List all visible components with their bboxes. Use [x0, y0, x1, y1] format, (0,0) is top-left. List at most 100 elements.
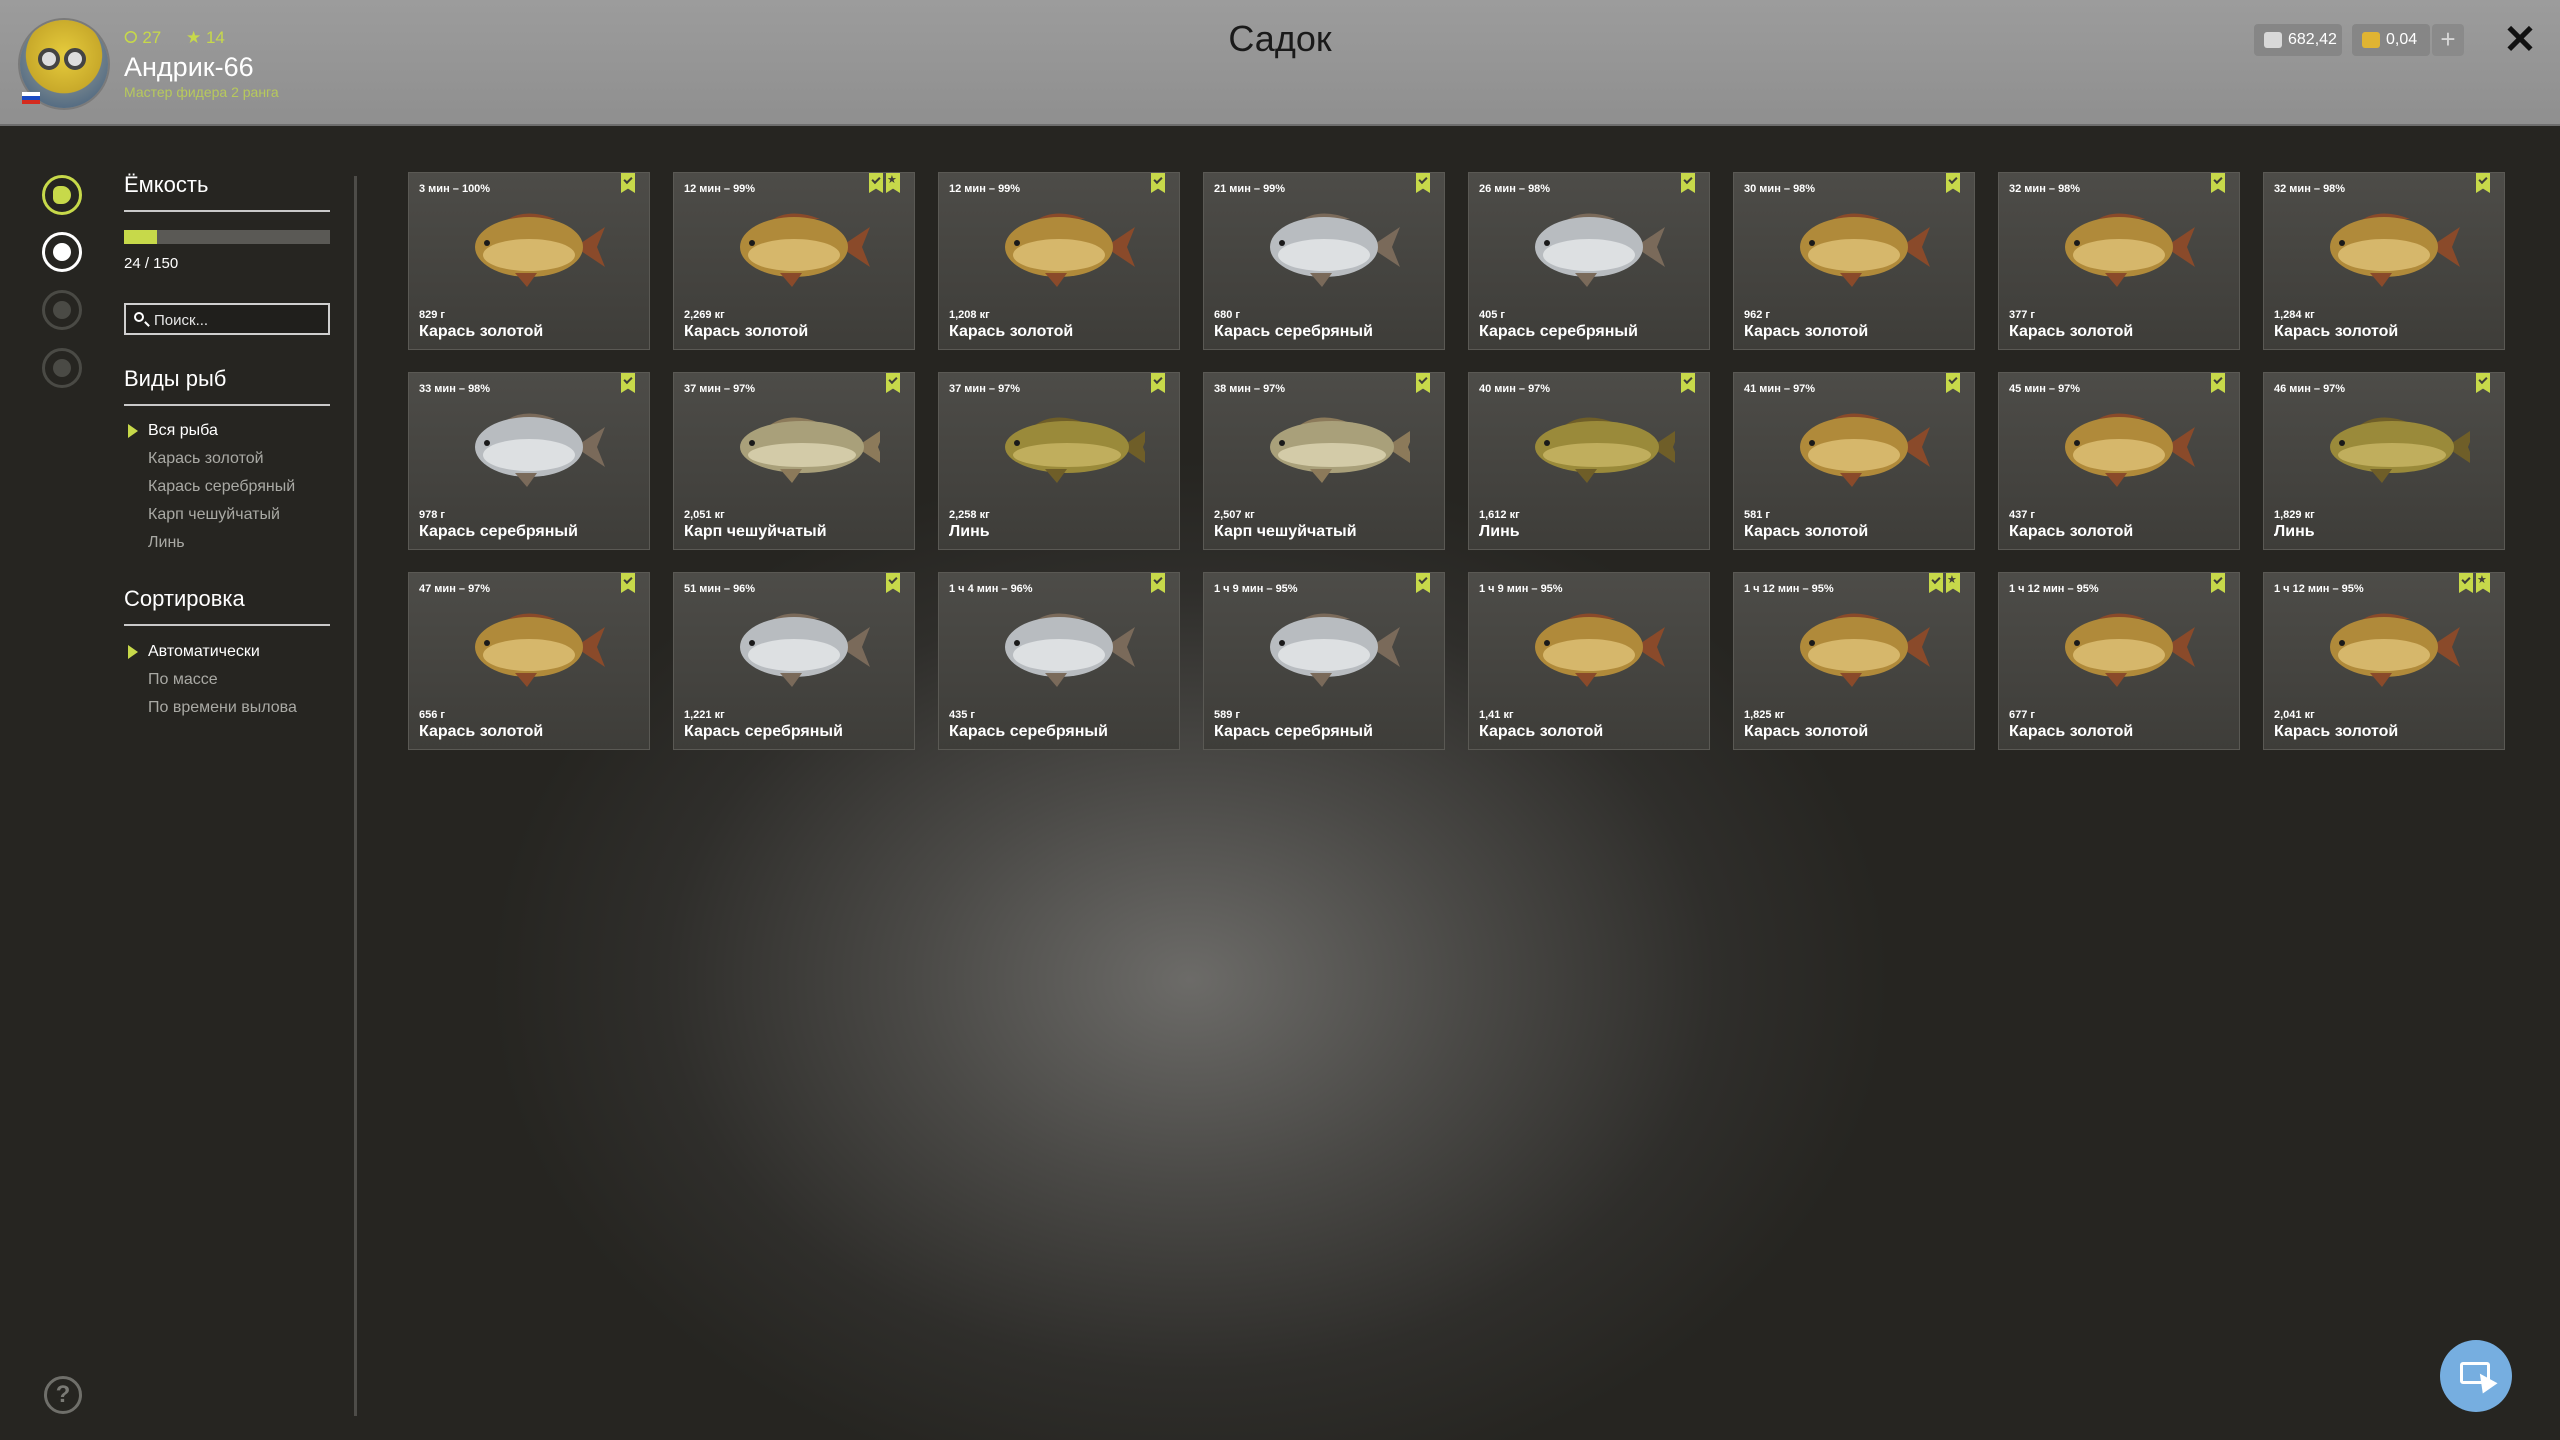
sort-option-weight[interactable]: По массе — [148, 671, 218, 689]
fish-card[interactable]: 37 мин – 97% 2,258 кг Линь — [939, 373, 1179, 549]
silver-balance: 682,42 — [2254, 24, 2342, 56]
fish-catch-time: 1 ч 12 мин – 95% — [2009, 583, 2099, 595]
add-currency-button[interactable]: + — [2432, 24, 2464, 56]
fish-weight: 680 г — [1214, 309, 1240, 321]
fish-card[interactable]: 32 мин – 98% 1,284 кг Карась золотой — [2264, 173, 2504, 349]
fish-image — [1535, 613, 1665, 687]
medal-tab-glyph — [53, 359, 71, 377]
fish-name: Карась золотой — [2274, 723, 2399, 740]
trophy-bookmark-icon — [1946, 573, 1960, 593]
fish-catch-time: 12 мин – 99% — [684, 183, 756, 195]
fish-name: Линь — [2274, 523, 2315, 540]
help-icon[interactable]: ? — [44, 1376, 82, 1414]
sort-option-time[interactable]: По времени вылова — [148, 699, 297, 717]
fish-tab-glyph — [53, 186, 71, 204]
fish-weight: 656 г — [419, 709, 445, 721]
fish-marks — [2211, 373, 2225, 393]
species-item-gold-crucian[interactable]: Карась золотой — [148, 450, 264, 468]
fish-catch-time: 45 мин – 97% — [2009, 383, 2081, 395]
fish-catch-time: 1 ч 9 мин – 95% — [1214, 583, 1298, 595]
fish-image — [1005, 213, 1135, 287]
fish-weight: 1,208 кг — [949, 309, 990, 321]
sort-option-auto[interactable]: Автоматически — [148, 643, 260, 661]
trophy-tab-icon[interactable] — [42, 290, 82, 330]
fish-card[interactable]: 37 мин – 97% 2,051 кг Карп чешуйчатый — [674, 373, 914, 549]
fish-image — [2065, 613, 2195, 687]
fish-name: Карась золотой — [1744, 323, 1869, 340]
fish-weight: 2,507 кг — [1214, 509, 1255, 521]
fish-weight: 2,258 кг — [949, 509, 990, 521]
species-item-silver-crucian[interactable]: Карась серебряный — [148, 478, 295, 496]
selected-arrow-icon — [128, 424, 138, 438]
search-input[interactable] — [152, 307, 326, 333]
fish-card[interactable]: 51 мин – 96% 1,221 кг Карась серебряный — [674, 573, 914, 749]
silver-coin-icon — [2264, 32, 2282, 48]
fish-card[interactable]: 47 мин – 97% 656 г Карась золотой — [409, 573, 649, 749]
check-bookmark-icon — [886, 573, 900, 593]
fish-catch-time: 47 мин – 97% — [419, 583, 491, 595]
fish-name: Карась серебряный — [1479, 323, 1638, 340]
fish-card[interactable]: 1 ч 9 мин – 95% 1,41 кг Карась золотой — [1469, 573, 1709, 749]
fish-marks — [1151, 373, 1165, 393]
check-bookmark-icon — [2459, 573, 2473, 593]
keepnet-tab-icon[interactable] — [42, 232, 82, 272]
fish-card[interactable]: 38 мин – 97% 2,507 кг Карп чешуйчатый — [1204, 373, 1444, 549]
fish-image — [1535, 213, 1665, 287]
fish-marks — [1681, 373, 1695, 393]
fish-catch-time: 41 мин – 97% — [1744, 383, 1816, 395]
fish-card[interactable]: 26 мин – 98% 405 г Карась серебряный — [1469, 173, 1709, 349]
fish-card[interactable]: 3 мин – 100% 829 г Карась золотой — [409, 173, 649, 349]
fish-card[interactable]: 41 мин – 97% 581 г Карась золотой — [1734, 373, 1974, 549]
fish-name: Карась золотой — [1479, 723, 1604, 740]
check-bookmark-icon — [2211, 373, 2225, 393]
fish-card[interactable]: 1 ч 9 мин – 95% 589 г Карась серебряный — [1204, 573, 1444, 749]
plus-icon: + — [2440, 24, 2456, 54]
fish-card[interactable]: 46 мин – 97% 1,829 кг Линь — [2264, 373, 2504, 549]
fish-name: Карась золотой — [1744, 523, 1869, 540]
fish-card[interactable]: 33 мин – 98% 978 г Карась серебряный — [409, 373, 649, 549]
fish-card[interactable]: 1 ч 12 мин – 95% 677 г Карась золотой — [1999, 573, 2239, 749]
fish-card[interactable]: 12 мин – 99% 1,208 кг Карась золотой — [939, 173, 1179, 349]
country-flag-icon — [22, 92, 40, 104]
fish-card[interactable]: 21 мин – 99% 680 г Карась серебряный — [1204, 173, 1444, 349]
capacity-count: 24 / 150 — [124, 255, 179, 272]
fish-image — [740, 213, 870, 287]
fish-catch-time: 3 мин – 100% — [419, 183, 491, 195]
fish-card[interactable]: 12 мин – 99% 2,269 кг Карась золотой — [674, 173, 914, 349]
fish-catch-time: 30 мин – 98% — [1744, 183, 1816, 195]
check-bookmark-icon — [2211, 573, 2225, 593]
fish-card[interactable]: 1 ч 4 мин – 96% 435 г Карась серебряный — [939, 573, 1179, 749]
fish-marks — [1416, 373, 1430, 393]
check-bookmark-icon — [886, 373, 900, 393]
capacity-bar — [124, 230, 330, 244]
fish-weight: 2,041 кг — [2274, 709, 2315, 721]
search-box[interactable] — [124, 303, 330, 335]
fish-catch-time: 38 мин – 97% — [1214, 383, 1286, 395]
cursor-mode-button[interactable] — [2440, 1340, 2512, 1412]
fish-marks — [1929, 573, 1960, 593]
species-item-tench[interactable]: Линь — [148, 534, 185, 552]
fish-weight: 377 г — [2009, 309, 2035, 321]
check-bookmark-icon — [1681, 173, 1695, 193]
species-item-carp[interactable]: Карп чешуйчатый — [148, 506, 280, 524]
top-bar: ⭘ 27 ★ 14 Андрик-66 Мастер фидера 2 ранг… — [0, 0, 2560, 126]
fish-image — [475, 613, 605, 687]
fish-card[interactable]: 30 мин – 98% 962 г Карась золотой — [1734, 173, 1974, 349]
species-item-all[interactable]: Вся рыба — [148, 422, 218, 440]
check-bookmark-icon — [1416, 573, 1430, 593]
check-bookmark-icon — [869, 173, 883, 193]
medal-tab-icon[interactable] — [42, 348, 82, 388]
fish-card[interactable]: 40 мин – 97% 1,612 кг Линь — [1469, 373, 1709, 549]
close-button[interactable]: ✕ — [2500, 18, 2540, 62]
fish-weight: 405 г — [1479, 309, 1505, 321]
fish-card[interactable]: 1 ч 12 мин – 95% 1,825 кг Карась золотой — [1734, 573, 1974, 749]
fish-card[interactable]: 45 мин – 97% 437 г Карась золотой — [1999, 373, 2239, 549]
fish-weight: 1,41 кг — [1479, 709, 1514, 721]
fish-card[interactable]: 1 ч 12 мин – 95% 2,041 кг Карась золотой — [2264, 573, 2504, 749]
fish-marks — [1681, 173, 1695, 193]
fish-image — [1005, 417, 1145, 483]
fish-weight: 677 г — [2009, 709, 2035, 721]
fish-tab-icon[interactable] — [42, 175, 82, 215]
fish-card[interactable]: 32 мин – 98% 377 г Карась золотой — [1999, 173, 2239, 349]
fish-weight: 1,612 кг — [1479, 509, 1520, 521]
